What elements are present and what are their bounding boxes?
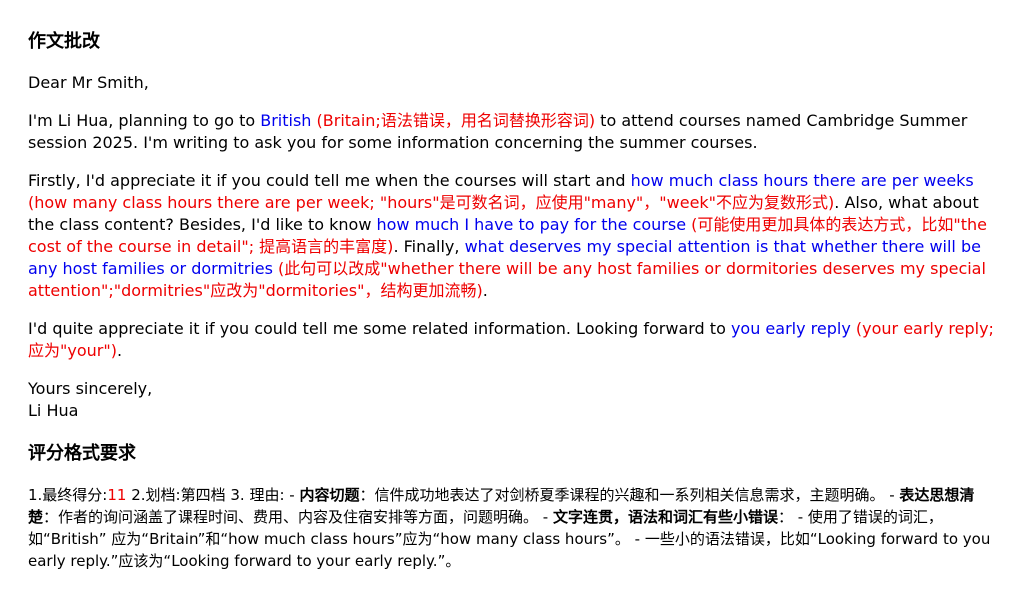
final-score: 11 — [107, 486, 127, 504]
criterion-label: 内容切题 — [299, 486, 360, 504]
text-segment: . — [482, 281, 488, 300]
grading-details: 1.最终得分:11 2.划档:第四档 3. 理由: - 内容切题：信件成功地表达… — [28, 484, 998, 572]
text-segment: Firstly, I'd appreciate it if you could … — [28, 171, 631, 190]
error-highlight: you early reply — [730, 319, 851, 338]
criterion-label: 文字连贯，语法和词汇有些小错误 — [552, 508, 778, 526]
page-title: 作文批改 — [28, 31, 100, 52]
salutation: Dear Mr Smith, — [28, 73, 149, 92]
error-highlight: how much I have to pay for the course — [376, 215, 687, 234]
closing-line: Yours sincerely, — [28, 379, 153, 398]
correction-note: (Britain;语法错误，用名词替换形容词) — [311, 111, 596, 130]
text-segment: 1.最终得分: — [28, 486, 108, 504]
text-segment: . Finally, — [393, 237, 465, 256]
error-highlight: British — [260, 111, 312, 130]
correction-note: (how many class hours there are per week… — [28, 193, 835, 212]
text-segment: I'm Li Hua, planning to go to — [28, 111, 261, 130]
text-segment: . — [116, 341, 123, 360]
grading-title: 评分格式要求 — [28, 443, 136, 464]
text-segment: 2.划档:第四档 3. 理由: - — [126, 486, 300, 504]
paragraph-3: I'd quite appreciate it if you could tel… — [28, 318, 998, 362]
text-segment: I'd quite appreciate it if you could tel… — [28, 319, 731, 338]
paragraph-1: I'm Li Hua, planning to go to British (B… — [28, 110, 998, 154]
error-highlight: how much class hours there are per weeks — [630, 171, 974, 190]
paragraph-2: Firstly, I'd appreciate it if you could … — [28, 170, 998, 302]
criterion-text: ：作者的询问涵盖了课程时间、费用、内容及住宿安排等方面，问题明确。 - — [43, 508, 553, 526]
closing: Yours sincerely, Li Hua — [28, 378, 998, 422]
criterion-text: ：信件成功地表达了对剑桥夏季课程的兴趣和一系列相关信息需求，主题明确。 - — [359, 486, 900, 504]
signature-name: Li Hua — [28, 401, 79, 420]
